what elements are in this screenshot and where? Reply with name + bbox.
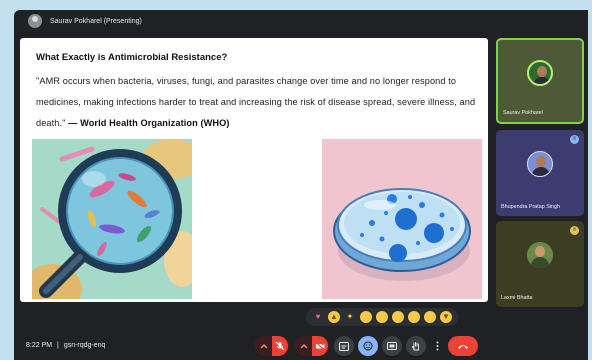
participant-name: Bhupendra Pratap Singh (501, 204, 561, 210)
participant-name: Saurav Pokharel (503, 110, 543, 116)
meet-window: Saurav Pokharel (Presenting) What Exactl… (14, 10, 588, 360)
meeting-info: 8:22 PM | gsn-rqdg-enq (26, 342, 105, 349)
quote-attribution: — World Health Organization (WHO) (68, 118, 230, 128)
camera-off-button[interactable] (312, 336, 328, 356)
present-screen-button[interactable] (382, 336, 402, 356)
clapping-hands-icon[interactable] (360, 311, 372, 323)
chevron-up-icon[interactable] (256, 336, 272, 356)
microphone-control (254, 336, 290, 356)
participant-tile[interactable]: ⦀ Laxmi Bhatta (496, 221, 584, 307)
thumbs-up-icon[interactable]: ▲ (328, 311, 340, 323)
participant-name: Laxmi Bhatta (501, 295, 533, 301)
captions-button[interactable] (334, 336, 354, 356)
separator: | (57, 342, 59, 349)
camera-control (294, 336, 330, 356)
emoji-reactions-button[interactable] (358, 336, 378, 356)
participant-tile[interactable]: ⦀ Bhupendra Pratap Singh (496, 130, 584, 216)
reaction-bar: ♥ ▲ ✦ ▼ (306, 308, 458, 326)
avatar (527, 151, 553, 178)
avatar (527, 59, 553, 86)
leave-call-button[interactable] (448, 336, 478, 356)
slide-quote: "AMR occurs when bacteria, viruses, fung… (36, 71, 476, 134)
meeting-code: gsn-rqdg-enq (63, 342, 106, 349)
laughing-icon[interactable] (376, 311, 388, 323)
heart-icon[interactable]: ♥ (312, 311, 324, 323)
clock: 8:22 PM (26, 342, 53, 349)
surprised-icon[interactable] (392, 311, 404, 323)
presenter-avatar (28, 14, 42, 28)
chevron-up-icon[interactable] (296, 336, 312, 356)
presenter-label: Saurav Pokharel (Presenting) (50, 17, 142, 25)
thumbs-down-icon[interactable]: ▼ (440, 311, 452, 323)
participant-tile[interactable]: Saurav Pokharel (496, 38, 584, 124)
slide-title: What Exactly is Antimicrobial Resistance… (36, 52, 228, 63)
audio-indicator-icon: ⦀ (570, 135, 579, 144)
presentation-slide: What Exactly is Antimicrobial Resistance… (20, 38, 488, 302)
bottom-bar: 8:22 PM | gsn-rqdg-enq (14, 336, 588, 360)
avatar (527, 242, 553, 269)
mic-off-button[interactable] (272, 336, 288, 356)
call-controls (254, 336, 478, 356)
more-options-button[interactable] (430, 336, 444, 356)
thinking-icon[interactable] (424, 311, 436, 323)
magnifying-glass-bacteria-illustration (32, 139, 192, 299)
raise-hand-button[interactable] (406, 336, 426, 356)
petri-dish-illustration (322, 139, 482, 299)
crying-icon[interactable] (408, 311, 420, 323)
party-popper-icon[interactable]: ✦ (344, 311, 356, 323)
audio-indicator-icon: ⦀ (570, 226, 579, 235)
presenter-bar: Saurav Pokharel (Presenting) (14, 10, 588, 32)
